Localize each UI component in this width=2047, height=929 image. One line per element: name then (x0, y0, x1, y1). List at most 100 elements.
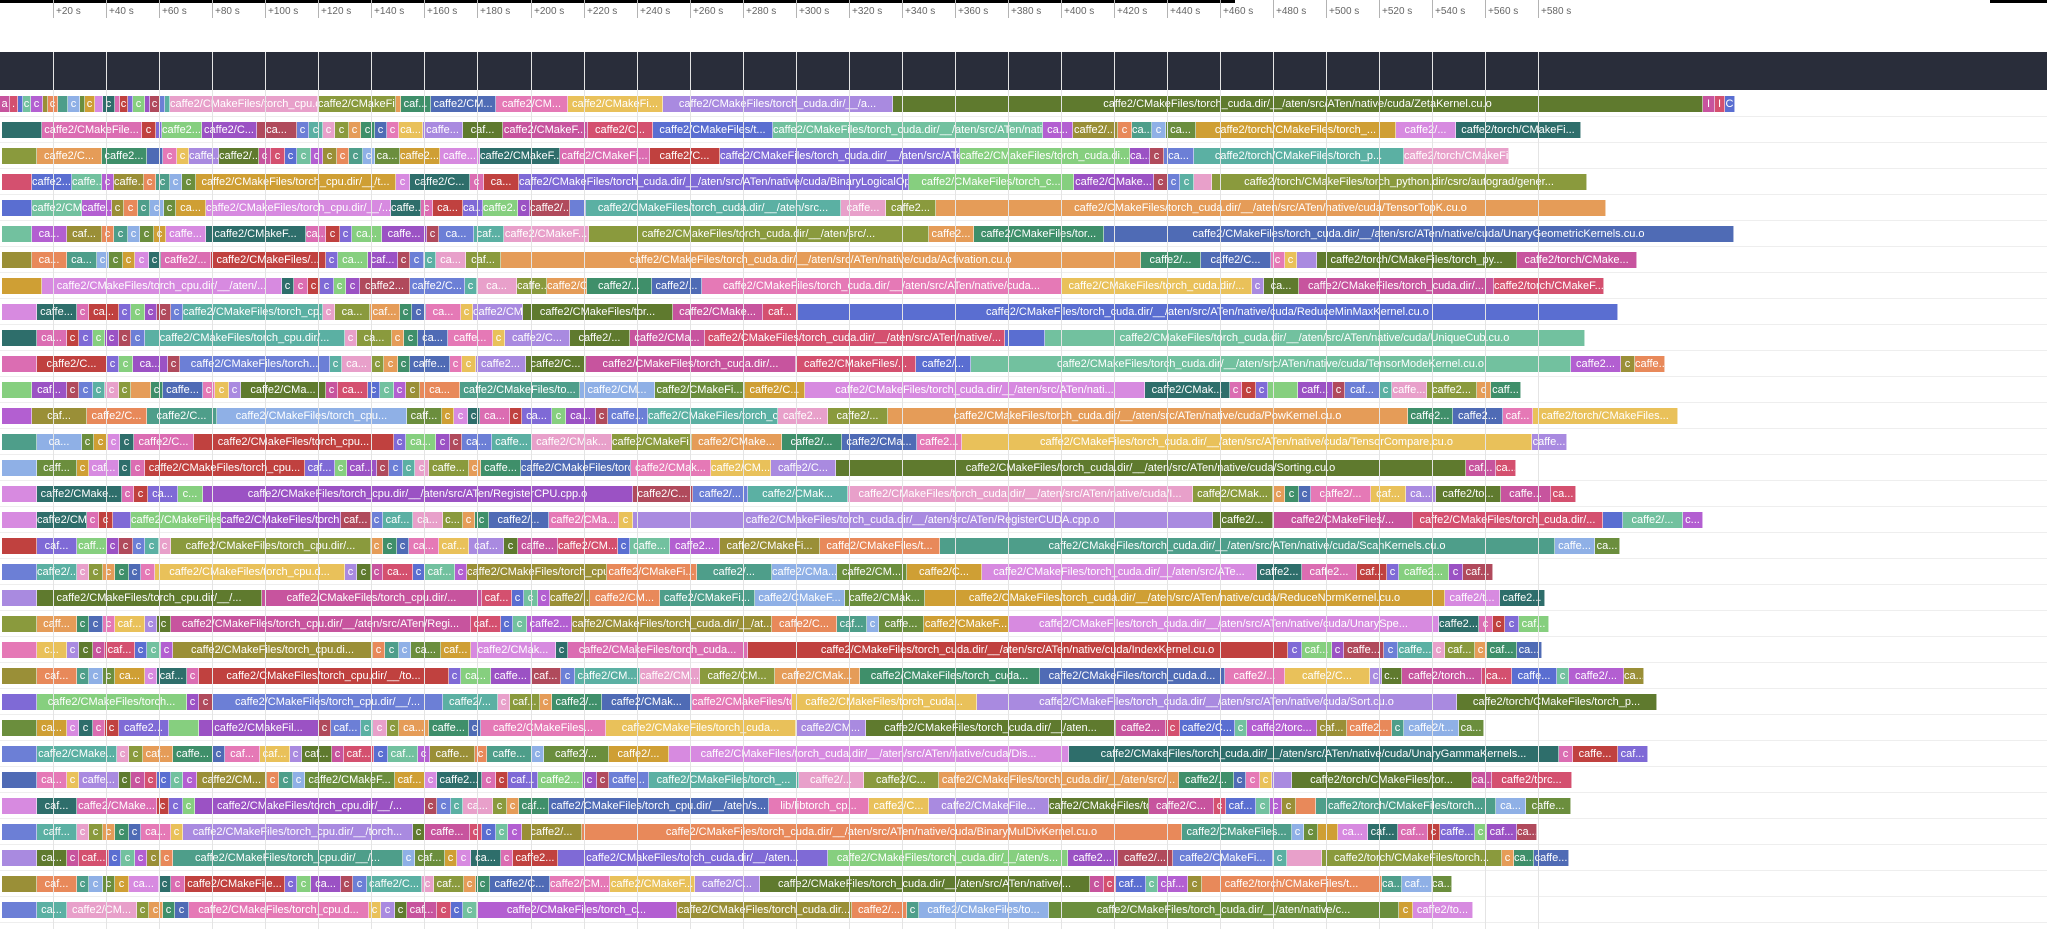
build-job-bar[interactable]: caffe2/CMakeFiles/torch_cpu.dir/__/aten/… (203, 486, 633, 502)
build-job-bar[interactable]: caffe2... (1439, 616, 1479, 632)
build-job-bar[interactable]: c (451, 902, 463, 918)
build-job-bar[interactable]: caffe2/CMakeFiles/torch_cuda.dir/__/aten… (558, 850, 828, 866)
build-job-bar[interactable]: c (398, 252, 410, 268)
build-job-bar[interactable]: caffe2/CMakeFiles/torch_cpu.d... (189, 902, 369, 918)
build-job-bar[interactable]: caffe2/CMakeF... (503, 122, 588, 138)
build-job-bar[interactable]: ca... (411, 642, 441, 658)
build-job-bar[interactable]: c (385, 642, 399, 658)
build-job-bar[interactable]: c (1188, 876, 1202, 892)
build-job-bar[interactable]: caffe2... (476, 356, 526, 372)
build-job-bar[interactable]: c... (443, 512, 463, 528)
build-job-bar[interactable]: caffe2/CM... (640, 668, 700, 684)
build-job-bar[interactable]: caffe2/CMake... (37, 486, 122, 502)
build-job-bar[interactable]: caf... (508, 772, 538, 788)
build-job-bar[interactable]: c (171, 304, 183, 320)
build-job-bar[interactable]: c (187, 668, 199, 684)
build-job-bar[interactable]: c (309, 122, 323, 138)
build-job-bar[interactable]: caffe2/C... (771, 460, 836, 476)
build-job-bar[interactable]: caffe2/CMak... (471, 642, 556, 658)
build-job-bar[interactable] (2, 486, 37, 502)
build-job-bar[interactable]: caffe2... (437, 772, 482, 788)
build-job-bar[interactable]: c (374, 746, 388, 762)
build-job-bar[interactable]: c (454, 408, 468, 424)
build-job-bar[interactable]: caffe2/CMak... (532, 434, 612, 450)
build-job-bar[interactable]: caffe2/... (609, 746, 669, 762)
build-job-bar[interactable]: c (67, 720, 79, 736)
build-job-bar[interactable]: ca... (383, 564, 413, 580)
build-job-bar[interactable]: caffe2/CMa... (772, 564, 837, 580)
build-job-bar[interactable]: caffe2/CMakeFiles/torch_cuda.dir/__/aten… (669, 746, 1069, 762)
build-job-bar[interactable]: caffe2/... (443, 694, 498, 710)
build-job-bar[interactable]: caffe2/... (697, 564, 772, 580)
build-job-bar[interactable]: c (1380, 382, 1392, 398)
build-job-bar[interactable]: caffe... (630, 538, 670, 554)
build-job-bar[interactable]: c (1152, 122, 1166, 138)
build-job-bar[interactable]: caffe... (410, 356, 450, 372)
build-job-bar[interactable]: c (87, 512, 99, 528)
build-job-bar[interactable]: caffe2/... (1569, 668, 1624, 684)
build-job-bar[interactable]: caffe2/torch/CMakeFiles/t... (1202, 876, 1382, 892)
build-job-bar[interactable]: caf... (434, 876, 464, 892)
build-job-bar[interactable]: caffe2/CMake... (673, 304, 763, 320)
build-job-bar[interactable]: caffe2/... (652, 278, 702, 294)
build-job-bar[interactable] (2, 902, 37, 918)
build-job-bar[interactable]: c (119, 772, 131, 788)
build-job-bar[interactable]: caffe2/CM... (558, 538, 618, 554)
build-job-bar[interactable]: c (496, 772, 508, 788)
build-job-bar[interactable]: caffe2/... (219, 148, 259, 164)
build-job-bar[interactable]: c (107, 538, 119, 554)
build-job-bar[interactable]: caf... (1116, 876, 1146, 892)
build-job-bar[interactable]: c (1384, 642, 1398, 658)
build-job-bar[interactable]: caffe2... (162, 122, 202, 138)
build-job-bar[interactable]: c (170, 174, 182, 190)
build-job-bar[interactable]: c (134, 486, 148, 502)
build-job-bar[interactable]: caffe2/CMakeF... (755, 590, 845, 606)
build-job-bar[interactable]: caffe2/t... (1445, 590, 1500, 606)
build-job-bar[interactable]: ca... (338, 252, 368, 268)
build-job-bar[interactable]: c (142, 122, 156, 138)
build-job-bar[interactable]: caffe2/CMakeFiles/torch_cpu.dir/__/aten/… (171, 616, 471, 632)
build-job-bar[interactable]: caf... (1158, 876, 1188, 892)
build-job-bar[interactable]: c (510, 408, 522, 424)
build-job-bar[interactable]: caffe2/CMakeFiles/t... (820, 538, 940, 554)
build-job-bar[interactable]: ca... (257, 122, 297, 138)
build-job-bar[interactable]: caf... (415, 850, 445, 866)
build-job-bar[interactable]: ca... (522, 408, 552, 424)
build-job-bar[interactable] (2, 824, 37, 840)
build-job-bar[interactable]: c (501, 616, 513, 632)
build-job-bar[interactable]: c... (37, 642, 67, 658)
build-job-bar[interactable]: caffe... (1344, 642, 1384, 658)
build-job-bar[interactable]: caf... (37, 668, 77, 684)
build-job-bar[interactable]: ca... (342, 356, 372, 372)
build-job-bar[interactable] (2, 226, 32, 242)
build-job-bar[interactable]: c (149, 902, 163, 918)
build-job-bar[interactable]: caffe2/CMakeFi... (568, 96, 663, 112)
build-job-bar[interactable]: caf... (368, 252, 398, 268)
build-job-bar[interactable]: caf... (1317, 720, 1347, 736)
build-job-bar[interactable]: c (1387, 564, 1399, 580)
build-job-bar[interactable]: c (462, 356, 476, 372)
build-job-bar[interactable]: caffe2/C... (1285, 668, 1370, 684)
build-job-bar[interactable]: caffe2/C... (410, 278, 465, 294)
build-job-bar[interactable]: c (349, 122, 361, 138)
build-job-bar[interactable]: caffe2/CMak... (631, 460, 711, 476)
build-job-bar[interactable]: c (119, 304, 131, 320)
build-job-bar[interactable]: ca... (1166, 122, 1196, 138)
build-job-bar[interactable]: ca... (399, 122, 423, 138)
build-job-bar[interactable]: caffe2/CMakeF... (480, 148, 560, 164)
build-job-bar[interactable] (2, 304, 37, 320)
build-job-bar[interactable]: caffe2/CMakeFi... (607, 564, 697, 580)
build-job-bar[interactable]: c (1493, 616, 1505, 632)
build-job-bar[interactable]: c (279, 772, 293, 788)
build-job-bar[interactable]: caffe2/... (1073, 122, 1118, 138)
build-job-bar[interactable]: caffe2/CMakeFiles/torch_cuda.dir/__/aten… (586, 200, 841, 216)
build-job-bar[interactable]: c (450, 434, 462, 450)
build-job-bar[interactable]: caffe2/... (161, 252, 211, 268)
build-job-bar[interactable]: caf... (469, 538, 504, 554)
build-job-bar[interactable]: caffe2... (886, 200, 936, 216)
build-job-bar[interactable]: c (619, 512, 633, 528)
build-job-bar[interactable]: c (345, 330, 357, 346)
build-job-bar[interactable]: c (399, 642, 411, 658)
build-job-bar[interactable]: caffe2/CMakeFiles/... (796, 356, 916, 372)
build-job-bar[interactable]: caf... (466, 252, 501, 268)
